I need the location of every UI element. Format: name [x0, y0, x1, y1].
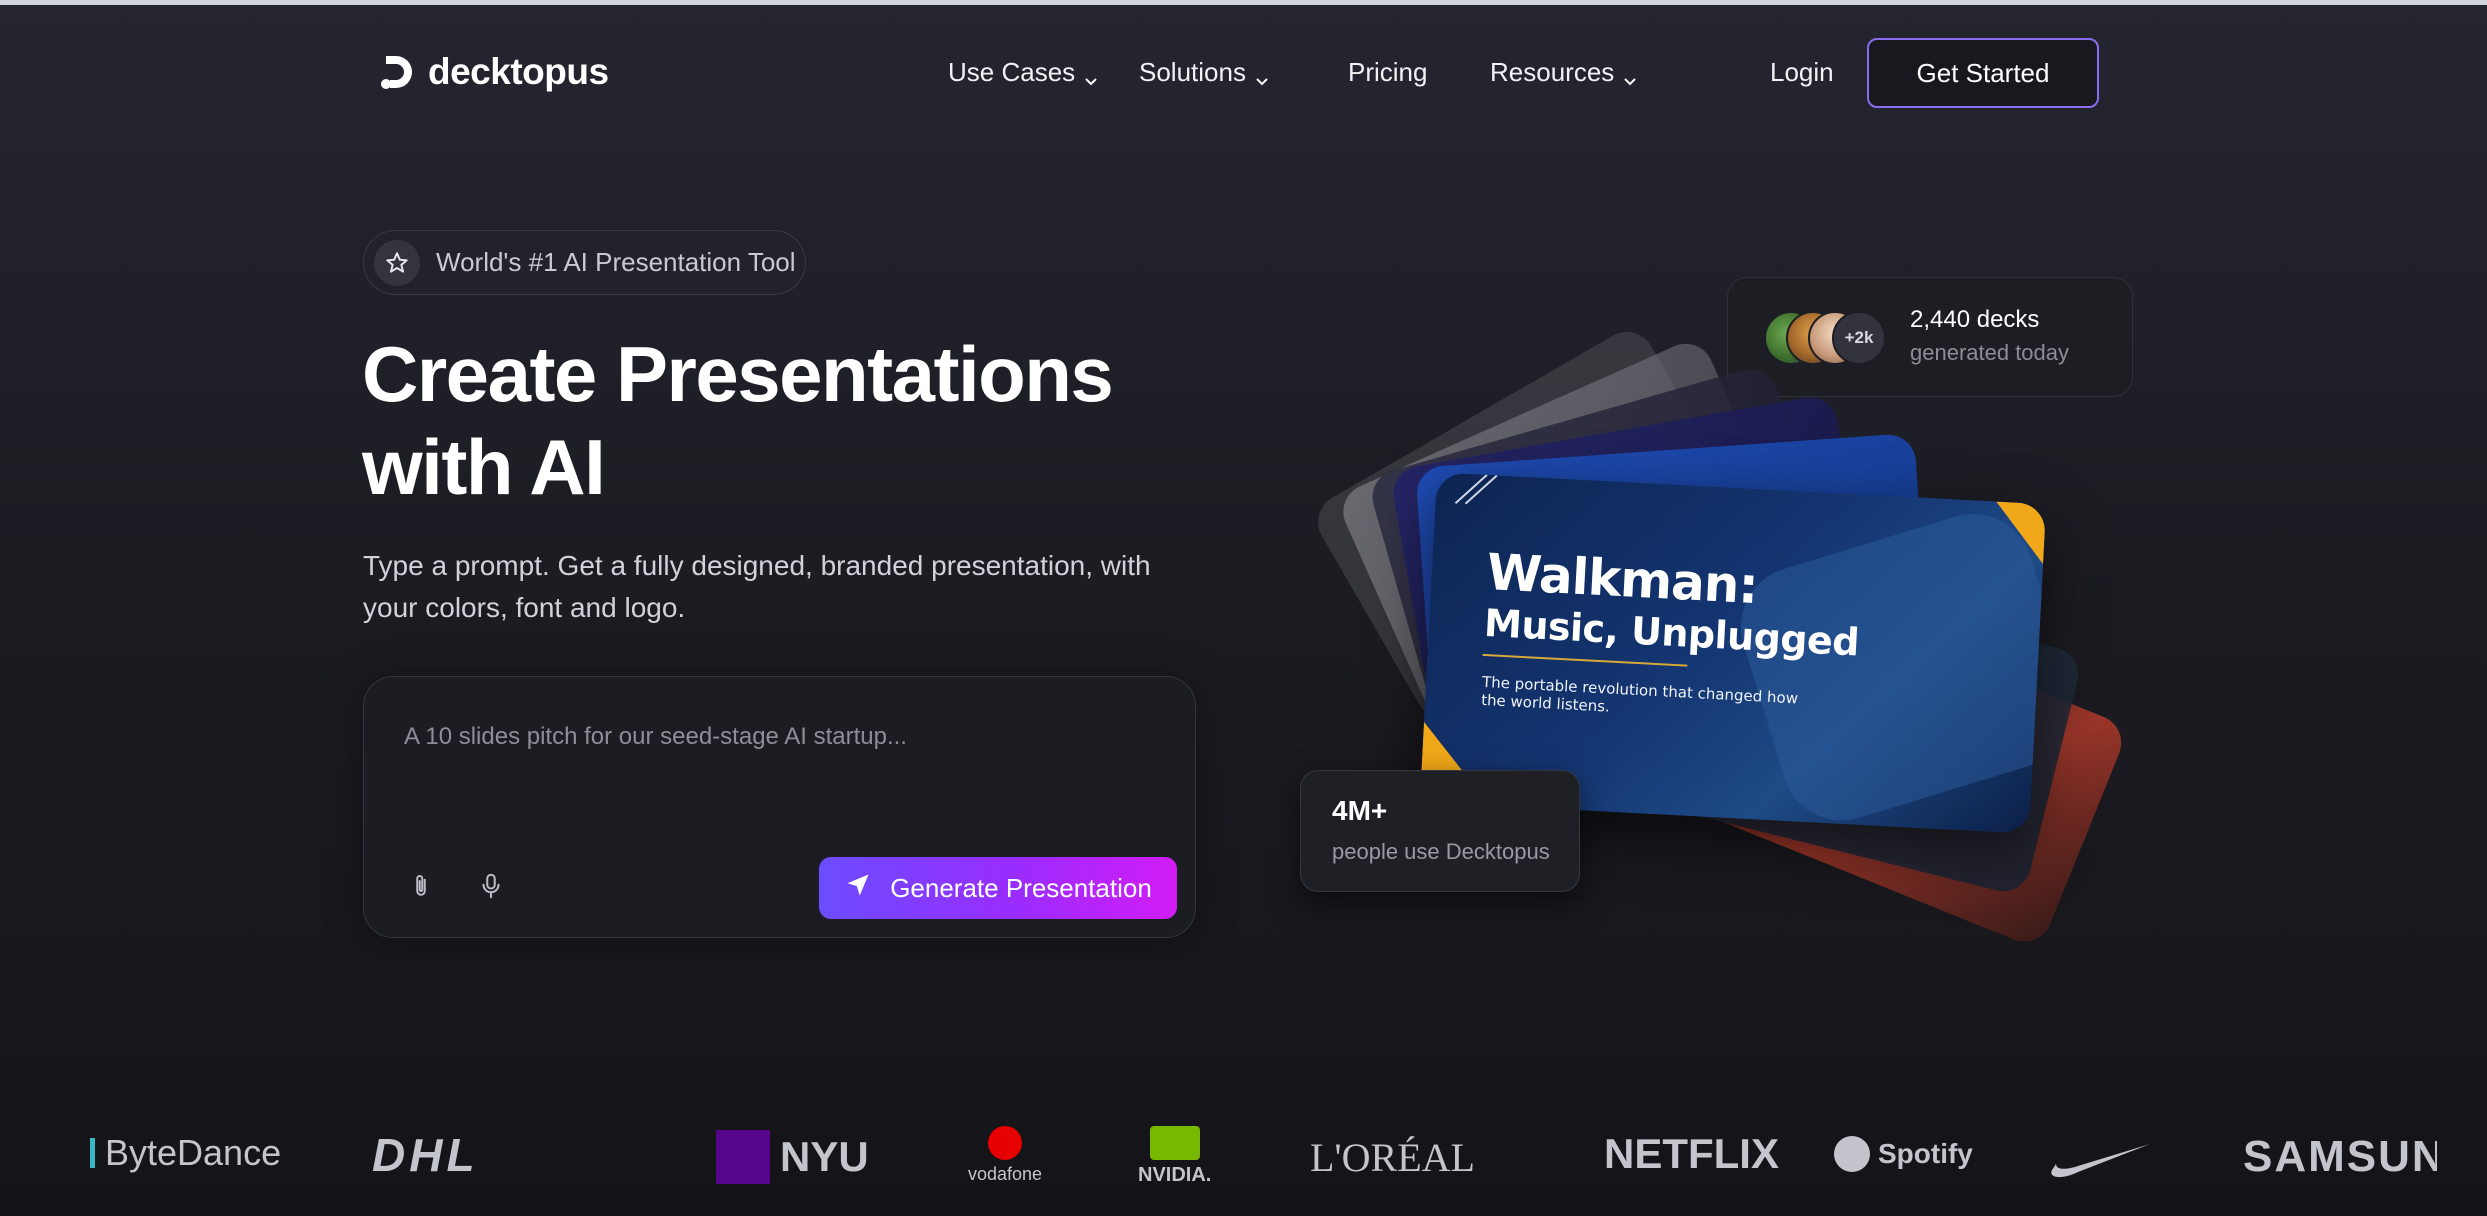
nyu-logo: NYU [716, 1130, 869, 1184]
prompt-box: Generate Presentation [363, 676, 1196, 938]
bytedance-logo: ByteDance [90, 1132, 281, 1174]
hero-title-line2: with AI [362, 423, 606, 511]
avatar-more-count: +2k [1832, 311, 1886, 365]
nav-use-cases-label: Use Cases [948, 57, 1076, 87]
nyu-logo-text: NYU [780, 1133, 869, 1180]
hero-subtitle: Type a prompt. Get a fully designed, bra… [363, 550, 1151, 623]
generate-presentation-label: Generate Presentation [890, 872, 1152, 903]
hero-title-line1: Create Presentations [362, 330, 1114, 418]
spotify-logo: Spotify [1834, 1136, 1973, 1172]
loreal-logo-text: L'ORÉAL [1310, 1135, 1475, 1180]
nike-swoosh-icon [2051, 1144, 2150, 1178]
decks-label: generated today [1910, 340, 2070, 365]
microphone-icon[interactable] [476, 871, 506, 901]
paperclip-icon[interactable] [406, 871, 436, 901]
bytedance-logo-text: ByteDance [105, 1132, 282, 1173]
nav-resources-label: Resources [1490, 57, 1615, 87]
chevron-down-icon [1083, 65, 1099, 85]
users-stat-card: 4M+ people use Decktopus [1300, 770, 1580, 892]
nvidia-eye-icon [1149, 1126, 1200, 1160]
nvidia-logo: NVIDIA. [1138, 1126, 1211, 1187]
generate-presentation-button[interactable]: Generate Presentation [819, 857, 1177, 919]
spotify-mark-icon [1834, 1136, 1870, 1172]
bytedance-mark-icon [90, 1138, 95, 1168]
nav-resources[interactable]: Resources [1490, 57, 1638, 88]
nike-logo [2048, 1140, 2152, 1180]
decks-stat-card: +2k 2,440 decks generated today [1727, 277, 2133, 397]
users-count: 4M+ [1332, 795, 1388, 826]
star-icon [374, 239, 420, 286]
decks-count: 2,440 decks [1910, 306, 2040, 333]
nav-solutions-label: Solutions [1139, 57, 1246, 87]
top-navigation: decktopus Use Cases Solutions Pricing Re… [0, 5, 2487, 135]
dhl-logo: DHL [372, 1128, 479, 1182]
brand-name: decktopus [428, 51, 609, 92]
nav-solutions[interactable]: Solutions [1139, 57, 1270, 88]
chevron-down-icon [1254, 65, 1270, 85]
get-started-button[interactable]: Get Started [1867, 38, 2099, 108]
login-link[interactable]: Login [1770, 57, 1834, 88]
vodafone-logo: vodafone [968, 1126, 1042, 1185]
hero-title: Create Presentations with AI [362, 328, 1162, 514]
nav-use-cases[interactable]: Use Cases [948, 57, 1099, 88]
preview-slide-title: Walkman: [1485, 543, 1759, 616]
nav-pricing-label: Pricing [1348, 57, 1428, 87]
spotify-logo-text: Spotify [1878, 1138, 1973, 1169]
hero-badge: World's #1 AI Presentation Tool [363, 230, 806, 295]
customer-logos-strip: ByteDance DHL NYU vodafone NVIDIA. L'ORÉ… [0, 1110, 2487, 1210]
dhl-logo-text: DHL [372, 1129, 479, 1181]
loreal-logo: L'ORÉAL [1310, 1134, 1475, 1181]
decktopus-logo-icon [380, 54, 416, 90]
users-label: people use Decktopus [1332, 839, 1550, 864]
samsung-logo: SAMSUN [2243, 1132, 2437, 1182]
hero-badge-text: World's #1 AI Presentation Tool [436, 247, 796, 277]
send-icon [844, 871, 872, 906]
nyu-torch-icon [716, 1130, 770, 1184]
nvidia-logo-text: NVIDIA. [1138, 1164, 1212, 1186]
netflix-logo: NETFLIX [1604, 1130, 1779, 1178]
netflix-logo-text: NETFLIX [1604, 1130, 1779, 1177]
samsung-logo-text: SAMSUN [2243, 1132, 2437, 1181]
nav-pricing[interactable]: Pricing [1348, 57, 1427, 88]
brand-logo[interactable]: decktopus [380, 51, 609, 93]
vodafone-mark-icon [988, 1126, 1023, 1160]
avatar-stack: +2k [1764, 311, 1886, 365]
vodafone-logo-text: vodafone [968, 1164, 1043, 1184]
prompt-input[interactable] [404, 717, 1144, 757]
chevron-down-icon [1622, 65, 1638, 85]
